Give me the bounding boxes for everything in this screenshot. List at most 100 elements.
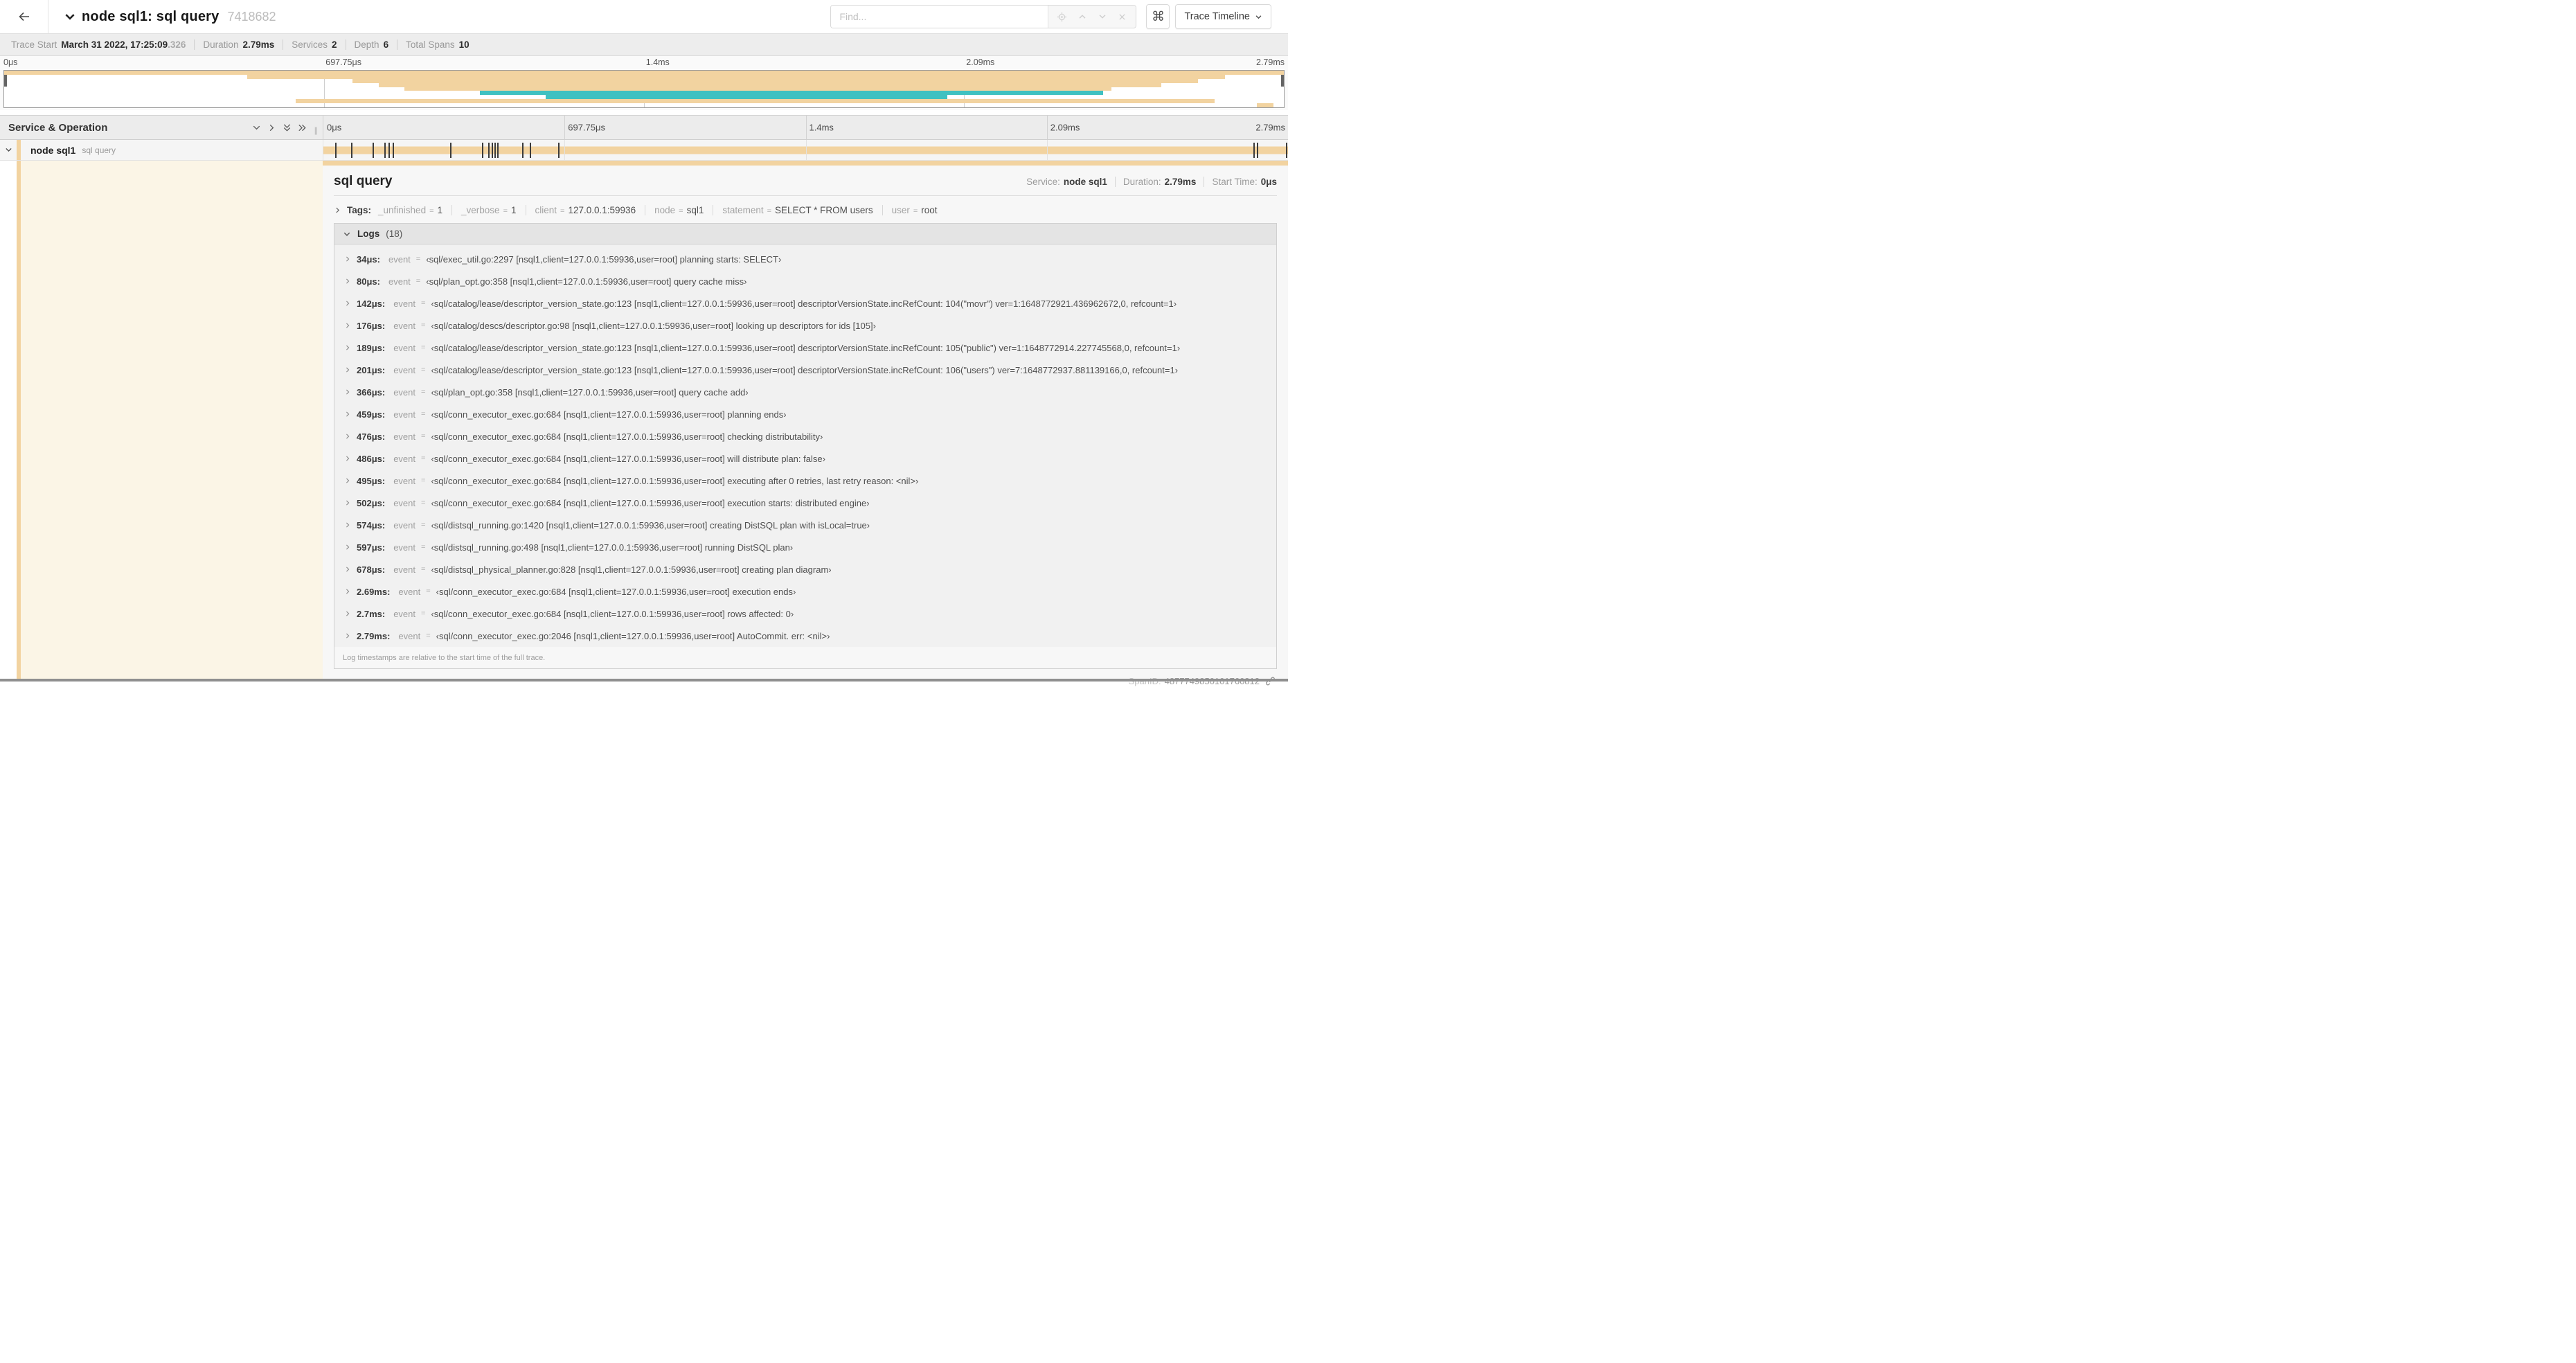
log-marker-tick[interactable] (530, 142, 532, 158)
log-row[interactable]: 678μs: event = ‹sql/distsql_physical_planne… (340, 558, 1276, 580)
tag-item: statement = SELECT * FROM users (713, 205, 873, 215)
log-marker-tick[interactable] (497, 142, 499, 158)
log-row[interactable]: 476μs: event = ‹sql/conn_executor_exec.go:6… (340, 425, 1276, 447)
log-row[interactable]: 495μs: event = ‹sql/conn_executor_exec.go:6… (340, 470, 1276, 492)
chevron-down-icon (1098, 12, 1107, 21)
log-row[interactable]: 189μs: event = ‹sql/catalog/lease/descripto… (340, 337, 1276, 359)
log-event-value: ‹sql/conn_executor_exec.go:2046 [nsql1,c… (436, 630, 830, 641)
find-input[interactable] (831, 6, 1048, 28)
log-equals: = (426, 587, 431, 596)
span-row[interactable]: node sql1 sql query (0, 140, 1288, 161)
log-marker-tick[interactable] (494, 142, 497, 158)
span-bar-cell[interactable] (323, 140, 1288, 160)
chevron-down-icon (251, 123, 262, 133)
collapse-one-button[interactable] (249, 120, 265, 135)
log-equals: = (415, 255, 421, 263)
log-event-key: event (393, 386, 416, 398)
top-nav: node sql1: sql query 7418682 Find... ⌘ T… (0, 0, 1288, 33)
keyboard-shortcuts-button[interactable]: ⌘ (1146, 4, 1170, 29)
log-marker-tick[interactable] (350, 142, 352, 158)
log-marker-tick[interactable] (334, 142, 337, 158)
log-marker-tick[interactable] (482, 142, 484, 158)
log-event-value: ‹sql/distsql_running.go:498 [nsql1,clien… (431, 542, 794, 553)
log-row[interactable]: 502μs: event = ‹sql/conn_executor_exec.go:6… (340, 492, 1276, 514)
log-equals: = (421, 388, 426, 396)
next-result-button[interactable] (1093, 7, 1111, 26)
back-button[interactable] (0, 0, 48, 33)
column-resizer-grip[interactable]: || (314, 125, 318, 135)
log-marker-tick[interactable] (488, 142, 490, 158)
tags-toggle-row[interactable]: Tags: _unfinished = 1 _verbose = 1 client = 127.… (334, 205, 1277, 215)
logs-section: Logs (18) 34μs: event = ‹sql/exec_util.go:2… (334, 223, 1277, 669)
log-marker-tick[interactable] (384, 142, 386, 158)
log-marker-tick[interactable] (1286, 142, 1288, 158)
tag-key: _verbose (461, 205, 500, 215)
chevron-right-icon (344, 411, 351, 418)
span-id-row: SpanID: 4877749850101760812 (334, 669, 1277, 695)
log-row[interactable]: 597μs: event = ‹sql/distsql_running.go:498 … (340, 536, 1276, 558)
ruler-tick-label: 697.75μs (568, 122, 606, 133)
ruler-tick-label: 2.09ms (1050, 122, 1080, 133)
log-row[interactable]: 2.79ms: event = ‹sql/conn_executor_exec.go:… (340, 625, 1276, 647)
log-event-key: event (393, 497, 416, 508)
detail-highlight-area[interactable] (21, 161, 323, 679)
log-row[interactable]: 142μs: event = ‹sql/catalog/lease/descripto… (340, 292, 1276, 314)
span-detail-region: sql query Service: node sql1 Duration: 2… (0, 161, 1288, 686)
detail-left-column (0, 161, 323, 679)
log-time: 176μs: (357, 320, 386, 331)
log-row[interactable]: 80μs: event = ‹sql/plan_opt.go:358 [nsql1,c… (340, 270, 1276, 292)
tag-equals: = (913, 207, 918, 215)
log-equals: = (421, 344, 426, 352)
log-marker-tick[interactable] (393, 142, 395, 158)
tag-equals: = (679, 207, 683, 215)
locate-button[interactable] (1053, 7, 1071, 26)
chevron-right-icon (344, 389, 351, 395)
tag-value: 1 (437, 205, 443, 215)
log-marker-tick[interactable] (521, 142, 524, 158)
log-event-value: ‹sql/conn_executor_exec.go:684 [nsql1,cl… (431, 497, 870, 508)
log-row[interactable]: 366μs: event = ‹sql/plan_opt.go:358 [nsql1,… (340, 381, 1276, 403)
log-event-value: ‹sql/conn_executor_exec.go:684 [nsql1,cl… (431, 409, 787, 420)
log-event-key: event (393, 453, 416, 464)
log-event-value: ‹sql/conn_executor_exec.go:684 [nsql1,cl… (436, 586, 796, 597)
log-row[interactable]: 2.69ms: event = ‹sql/conn_executor_exec.go:… (340, 580, 1276, 603)
log-row[interactable]: 2.7ms: event = ‹sql/conn_executor_exec.go:6… (340, 603, 1276, 625)
log-row[interactable]: 176μs: event = ‹sql/catalog/descs/descripto… (340, 314, 1276, 337)
log-row[interactable]: 201μs: event = ‹sql/catalog/lease/descripto… (340, 359, 1276, 381)
clear-search-button[interactable] (1113, 7, 1132, 26)
trace-meta-bar: Trace Start March 31 2022, 17:25:09.326 … (0, 33, 1288, 56)
expand-one-button[interactable] (265, 120, 280, 135)
log-marker-tick[interactable] (557, 142, 560, 158)
view-selector-button[interactable]: Trace Timeline (1175, 4, 1271, 29)
log-marker-tick[interactable] (1253, 142, 1255, 158)
collapse-all-button[interactable] (280, 120, 295, 135)
expand-all-button[interactable] (295, 120, 310, 135)
chevron-right-icon (344, 366, 351, 373)
log-row[interactable]: 574μs: event = ‹sql/distsql_running.go:1420… (340, 514, 1276, 536)
ruler-tick-label: 697.75μs (325, 57, 361, 67)
meta-trace-start: Trace Start March 31 2022, 17:25:09.326 (11, 39, 186, 50)
horizontal-scrollbar[interactable] (0, 679, 1288, 682)
close-icon (1118, 12, 1127, 21)
log-marker-tick[interactable] (449, 142, 451, 158)
ruler-tick-label: 2.79ms (1255, 122, 1285, 133)
log-time: 189μs: (357, 342, 386, 353)
trace-collapse-chevron-icon[interactable] (64, 10, 76, 23)
log-marker-tick[interactable] (372, 142, 374, 158)
prev-result-button[interactable] (1073, 7, 1091, 26)
double-chevron-down-icon (282, 123, 292, 133)
log-time: 142μs: (357, 298, 386, 309)
logs-toggle-header[interactable]: Logs (18) (334, 224, 1276, 244)
log-marker-tick[interactable] (1257, 142, 1259, 158)
span-expander-chevron-icon[interactable] (4, 145, 13, 154)
log-row[interactable]: 34μs: event = ‹sql/exec_util.go:2297 [nsql1… (340, 248, 1276, 270)
span-service-name: node sql1 (30, 144, 76, 156)
log-marker-tick[interactable] (388, 142, 391, 158)
log-row[interactable]: 486μs: event = ‹sql/conn_executor_exec.go:6… (340, 447, 1276, 470)
log-marker-tick[interactable] (491, 142, 493, 158)
minimap-canvas[interactable] (3, 70, 1285, 108)
chevron-right-icon (344, 499, 351, 506)
tag-item: _unfinished = 1 (378, 205, 442, 215)
log-event-key: event (393, 475, 416, 486)
log-row[interactable]: 459μs: event = ‹sql/conn_executor_exec.go:6… (340, 403, 1276, 425)
